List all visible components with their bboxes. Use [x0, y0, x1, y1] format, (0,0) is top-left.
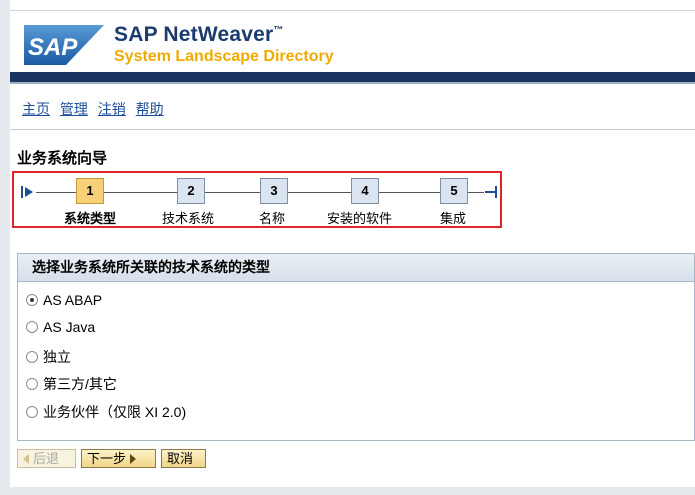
step-4-number[interactable]: 4: [351, 178, 379, 204]
cancel-button[interactable]: 取消: [161, 449, 206, 468]
step-1-number[interactable]: 1: [76, 178, 104, 204]
option-label: 第三方/其它: [43, 376, 117, 392]
divider: [10, 129, 695, 130]
step-2-label[interactable]: 技术系统: [162, 208, 214, 227]
panel-heading: 选择业务系统所关联的技术系统的类型: [18, 254, 694, 282]
next-button[interactable]: 下一步: [81, 449, 156, 468]
step-3-number[interactable]: 3: [260, 178, 288, 204]
header-bar: [10, 72, 695, 82]
option-label: 业务伙伴（仅限 XI 2.0): [43, 404, 187, 420]
step-1-label[interactable]: 系统类型: [64, 208, 116, 227]
product-subtitle: System Landscape Directory: [114, 48, 334, 65]
option-third-party[interactable]: 第三方/其它: [26, 374, 117, 394]
option-label: AS Java: [43, 319, 96, 335]
radio-button[interactable]: [26, 406, 38, 418]
step-4-label[interactable]: 安装的软件: [327, 208, 392, 227]
radio-button[interactable]: [26, 294, 38, 306]
menu-help-link[interactable]: 帮助: [136, 101, 164, 117]
arrow-right-icon: [130, 453, 137, 464]
menu-logout-link[interactable]: 注销: [98, 101, 126, 117]
system-type-panel: 选择业务系统所关联的技术系统的类型 AS ABAP AS Java 独立 第三方…: [17, 253, 695, 441]
back-button[interactable]: 后退: [17, 449, 76, 468]
bottom-frame: [10, 487, 695, 495]
radio-button[interactable]: [26, 351, 38, 363]
product-title: SAP NetWeaver™: [114, 23, 284, 46]
option-as-java[interactable]: AS Java: [26, 319, 95, 335]
wizard-stepper: 1 2 3 4 5 系统类型 技术系统 名称 安装的软件 集成: [12, 171, 502, 228]
step-2-number[interactable]: 2: [177, 178, 205, 204]
step-5-label[interactable]: 集成: [440, 208, 466, 227]
wizard-title: 业务系统向导: [17, 150, 108, 167]
option-standalone[interactable]: 独立: [26, 347, 71, 367]
roadmap-start-icon: [21, 186, 33, 198]
top-menu: 主页 管理 注销 帮助: [22, 99, 170, 119]
step-5-number[interactable]: 5: [440, 178, 468, 204]
left-frame: [0, 0, 10, 495]
radio-button[interactable]: [26, 378, 38, 390]
header-bar-accent: [10, 82, 695, 84]
arrow-left-icon: [23, 453, 29, 464]
roadmap-end-icon: [485, 186, 497, 198]
option-as-abap[interactable]: AS ABAP: [26, 292, 102, 308]
sap-logo: SAP: [24, 25, 104, 65]
logo-text: SAP: [28, 34, 78, 61]
option-label: AS ABAP: [43, 292, 103, 308]
menu-home-link[interactable]: 主页: [22, 101, 50, 117]
radio-button[interactable]: [26, 321, 38, 333]
option-label: 独立: [43, 349, 71, 365]
step-3-label[interactable]: 名称: [259, 208, 285, 227]
menu-admin-link[interactable]: 管理: [60, 101, 88, 117]
option-business-partner[interactable]: 业务伙伴（仅限 XI 2.0): [26, 402, 186, 422]
